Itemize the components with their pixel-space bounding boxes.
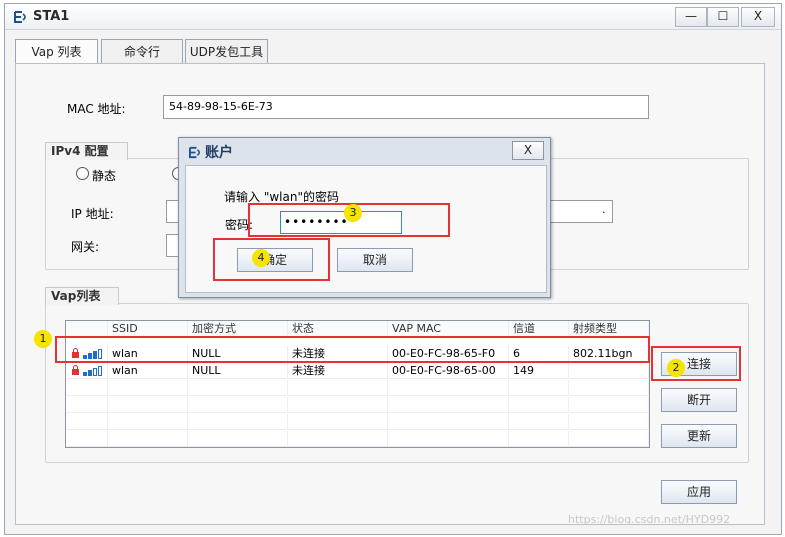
status-cell: 未连接 (288, 363, 388, 379)
ip-address-label: IP 地址: (71, 207, 114, 221)
table-row-empty (66, 414, 649, 430)
static-radio-label: 静态 (92, 169, 117, 183)
close-button[interactable]: X (741, 7, 775, 27)
channel-cell: 149 (509, 363, 569, 379)
apply-button[interactable]: 应用 (661, 480, 737, 504)
column-header-encryption: 加密方式 (188, 321, 288, 337)
titlebar: STA1 — ☐ X (5, 4, 781, 30)
vap-group-title: Vap列表 (45, 287, 120, 305)
ip-dot: . (602, 203, 606, 216)
cancel-button[interactable]: 取消 (337, 248, 413, 272)
row-icons (66, 363, 108, 379)
column-header-ssid: SSID (108, 321, 188, 337)
refresh-button[interactable]: 更新 (661, 424, 737, 448)
static-radio[interactable] (76, 167, 89, 180)
highlight-box-connect (651, 346, 741, 381)
step-badge-4: 4 (252, 249, 270, 267)
column-header (66, 321, 108, 337)
column-header-status: 状态 (288, 321, 388, 337)
signal-strength-icon (83, 365, 107, 376)
table-row-empty (66, 380, 649, 396)
step-badge-1: 1 (34, 330, 52, 348)
column-header-channel: 信道 (509, 321, 569, 337)
minimize-button[interactable]: — (675, 7, 707, 27)
tab-command-line[interactable]: 命令行 (101, 39, 183, 64)
ssid-cell: wlan (108, 363, 188, 379)
watermark: https://blog.csdn.net/HYD992 (568, 513, 731, 526)
dialog-title: 账户 (205, 145, 233, 161)
tab-udp-tool[interactable]: UDP发包工具 (185, 39, 268, 64)
disconnect-button[interactable]: 断开 (661, 388, 737, 412)
mac-label: MAC 地址: (67, 102, 126, 116)
app-logo-icon (14, 11, 26, 23)
column-header-radio-type: 射频类型 (569, 321, 649, 337)
dialog-logo-icon (189, 146, 200, 159)
step-badge-3: 3 (344, 204, 362, 222)
gateway-label: 网关: (71, 240, 100, 254)
column-header-vap-mac: VAP MAC (388, 321, 509, 337)
encryption-cell: NULL (188, 363, 288, 379)
highlight-box-ok (213, 238, 330, 281)
step-badge-2: 2 (667, 359, 685, 377)
table-header: SSID 加密方式 状态 VAP MAC 信道 射频类型 (66, 321, 649, 337)
table-row-empty (66, 431, 649, 447)
lock-icon (72, 365, 79, 375)
tab-vap-list[interactable]: Vap 列表 (15, 39, 98, 65)
mac-address-field[interactable]: 54-89-98-15-6E-73 (163, 95, 649, 119)
vap-mac-cell: 00-E0-FC-98-65-00 (388, 363, 509, 379)
ipv4-group-title: IPv4 配置 (45, 142, 128, 160)
table-row[interactable]: wlan NULL 未连接 00-E0-FC-98-65-00 149 (66, 363, 649, 379)
radio-type-cell (569, 363, 649, 379)
maximize-button[interactable]: ☐ (707, 7, 739, 27)
window-title: STA1 (33, 9, 70, 24)
table-row-empty (66, 397, 649, 413)
dialog-close-button[interactable]: X (512, 141, 544, 160)
highlight-box-row (55, 336, 650, 363)
